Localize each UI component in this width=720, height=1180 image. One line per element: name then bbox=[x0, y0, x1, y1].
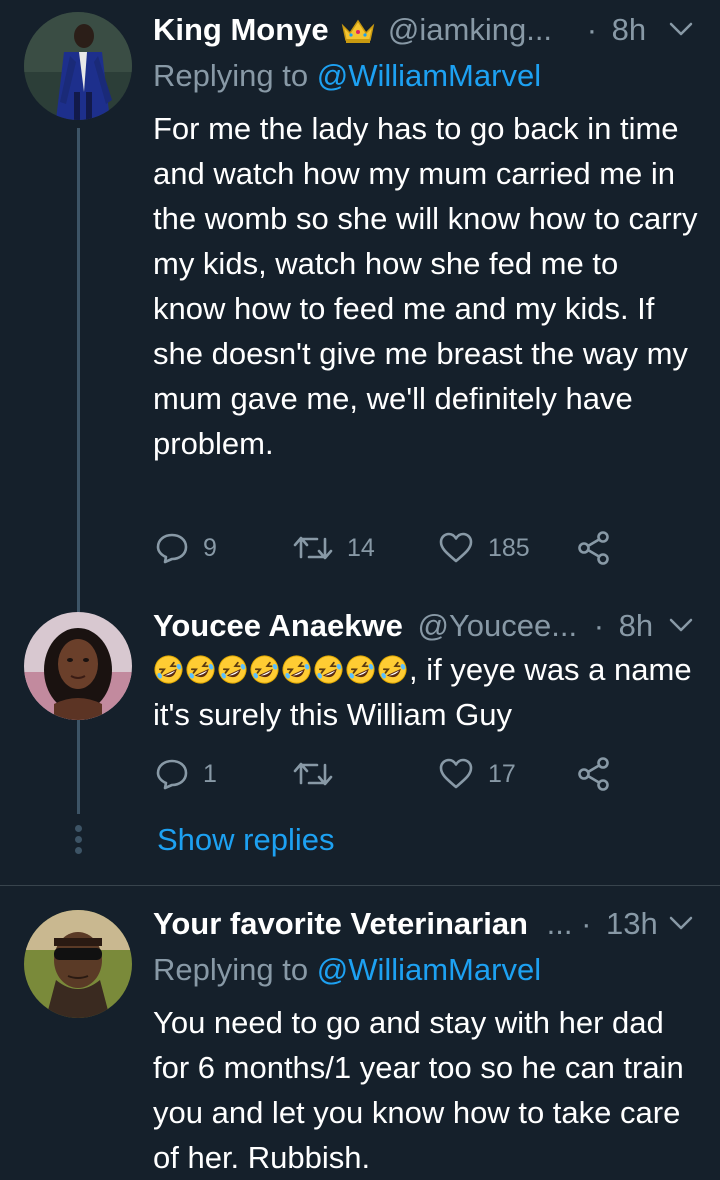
display-name[interactable]: King Monye bbox=[153, 12, 329, 47]
replying-to-label: Replying to bbox=[153, 58, 317, 93]
chevron-down-icon[interactable] bbox=[668, 8, 694, 52]
tweet-actions: 1 17 bbox=[153, 752, 720, 796]
like-icon bbox=[439, 532, 473, 563]
chevron-down-icon[interactable] bbox=[668, 604, 694, 648]
like-count: 185 bbox=[488, 533, 530, 562]
rolling-on-floor-laughing-emoji-icon bbox=[314, 655, 343, 684]
tweet-actions: 9 14 185 bbox=[153, 526, 720, 570]
timestamp[interactable]: 8h bbox=[612, 12, 646, 47]
rolling-on-floor-laughing-emoji-icon bbox=[186, 655, 215, 684]
replying-to-mention[interactable]: @WilliamMarvel bbox=[317, 952, 541, 987]
share-icon bbox=[578, 531, 609, 565]
avatar-youcee-anaekwe[interactable] bbox=[24, 612, 132, 720]
avatar-king-monye[interactable] bbox=[24, 12, 132, 120]
replying-to-label: Replying to bbox=[153, 952, 317, 987]
laughing-emoji-run bbox=[153, 652, 409, 687]
rolling-on-floor-laughing-emoji-icon bbox=[282, 655, 311, 684]
handle[interactable]: @iamking... bbox=[388, 12, 552, 47]
rolling-on-floor-laughing-emoji-icon bbox=[218, 655, 247, 684]
retweet-button[interactable]: 14 bbox=[293, 526, 375, 570]
tweet-header: King Monye @iamking... · 8h bbox=[153, 8, 720, 52]
display-name[interactable]: Youcee Anaekwe bbox=[153, 608, 403, 643]
rolling-on-floor-laughing-emoji-icon bbox=[378, 655, 407, 684]
like-button[interactable]: 185 bbox=[438, 526, 530, 570]
rolling-on-floor-laughing-emoji-icon bbox=[346, 655, 375, 684]
thread-line bbox=[77, 720, 80, 814]
retweet-icon bbox=[293, 762, 333, 786]
show-replies-link[interactable]: Show replies bbox=[157, 818, 334, 862]
separator-dot: · bbox=[586, 12, 598, 47]
retweet-icon bbox=[293, 536, 333, 560]
tweet-king-monye[interactable]: King Monye @iamking... · 8h Replying to … bbox=[0, 0, 720, 590]
chevron-down-icon[interactable] bbox=[668, 902, 694, 946]
avatar-your-favorite-veterinarian[interactable] bbox=[24, 910, 132, 1018]
reply-count: 1 bbox=[203, 759, 217, 788]
timestamp[interactable]: 13h bbox=[606, 906, 658, 941]
like-button[interactable]: 17 bbox=[438, 752, 516, 796]
thread-line bbox=[77, 590, 80, 612]
thread-line bbox=[77, 128, 80, 590]
tweet-header: Your favorite Veterinarian ... · 13h bbox=[153, 902, 720, 946]
replying-to: Replying to @WilliamMarvel bbox=[153, 948, 541, 992]
tweet-text: , if yeye was a name it's surely this Wi… bbox=[153, 647, 698, 737]
handle[interactable]: ... bbox=[547, 906, 573, 941]
replying-to: Replying to @WilliamMarvel bbox=[153, 54, 541, 98]
reply-icon bbox=[156, 759, 188, 790]
crown-emoji-icon bbox=[342, 19, 375, 43]
more-dots-icon bbox=[73, 825, 83, 858]
reply-count: 9 bbox=[203, 533, 217, 562]
separator-dot: · bbox=[593, 608, 605, 643]
tweet-header: Youcee Anaekwe @Youcee... · 8h bbox=[153, 604, 720, 648]
reply-icon bbox=[156, 533, 188, 564]
like-count: 17 bbox=[488, 759, 516, 788]
retweet-count: 14 bbox=[347, 533, 375, 562]
tweet-youcee-anaekwe[interactable]: Youcee Anaekwe @Youcee... · 8h , if yeye… bbox=[0, 590, 720, 885]
tweet-text: For me the lady has to go back in time a… bbox=[153, 111, 698, 461]
reply-button[interactable]: 1 bbox=[155, 752, 217, 796]
retweet-button[interactable] bbox=[293, 752, 333, 796]
replying-to-mention[interactable]: @WilliamMarvel bbox=[317, 58, 541, 93]
handle[interactable]: @Youcee... bbox=[417, 608, 577, 643]
separator-dot: · bbox=[581, 906, 592, 941]
display-name[interactable]: Your favorite Veterinarian bbox=[153, 906, 528, 941]
tweet-your-favorite-veterinarian[interactable]: Your favorite Veterinarian ... · 13h Rep… bbox=[0, 886, 720, 1175]
rolling-on-floor-laughing-emoji-icon bbox=[250, 655, 279, 684]
share-button[interactable] bbox=[577, 526, 611, 570]
share-icon bbox=[578, 757, 609, 791]
share-button[interactable] bbox=[577, 752, 611, 796]
tweet-text: You need to go and stay with her dad for… bbox=[153, 1005, 684, 1175]
reply-button[interactable]: 9 bbox=[155, 526, 217, 570]
rolling-on-floor-laughing-emoji-icon bbox=[154, 655, 183, 684]
timestamp[interactable]: 8h bbox=[619, 608, 653, 643]
like-icon bbox=[439, 758, 473, 789]
